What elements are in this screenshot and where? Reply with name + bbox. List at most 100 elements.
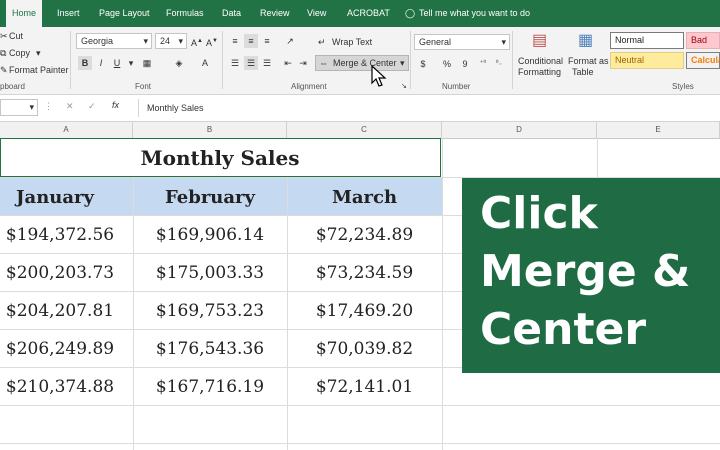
table-cell[interactable]: $175,003.33 bbox=[133, 263, 287, 283]
merge-icon: ⇔ bbox=[319, 58, 328, 68]
style-bad[interactable]: Bad bbox=[686, 32, 720, 49]
top-align-icon[interactable]: ≡ bbox=[228, 34, 242, 48]
insert-function-button[interactable]: fx bbox=[112, 100, 119, 110]
formula-input[interactable]: Monthly Sales bbox=[147, 103, 204, 113]
chevron-down-icon: ▾ bbox=[29, 102, 34, 112]
chevron-down-icon[interactable]: ▾ bbox=[36, 48, 41, 59]
banner-line-2: Merge & bbox=[480, 246, 691, 297]
decrease-indent-icon[interactable]: ⇤ bbox=[281, 56, 295, 70]
middle-align-icon[interactable]: ≡ bbox=[244, 34, 258, 48]
decrease-decimal-icon[interactable]: ⁰₋ bbox=[492, 57, 506, 71]
orientation-icon[interactable]: ↗ bbox=[283, 34, 297, 48]
font-name-select[interactable]: Georgia ▾ bbox=[76, 33, 152, 49]
font-name-value: Georgia bbox=[81, 36, 114, 46]
increase-font-size-icon[interactable]: A▲ bbox=[190, 34, 204, 48]
bold-button[interactable]: B bbox=[78, 56, 92, 70]
table-cell[interactable]: $72,234.89 bbox=[287, 225, 442, 245]
decrease-font-size-icon[interactable]: A▼ bbox=[205, 34, 219, 48]
column-header-e[interactable]: E bbox=[597, 122, 720, 138]
table-cell[interactable]: $169,906.14 bbox=[133, 225, 287, 245]
table-cell[interactable]: $167,716.19 bbox=[133, 377, 287, 397]
number-format-select[interactable]: General ▾ bbox=[414, 34, 510, 50]
style-neutral[interactable]: Neutral bbox=[610, 52, 684, 69]
format-as-table-button[interactable]: ▦ Format as Table bbox=[568, 30, 609, 80]
column-header-c[interactable]: C bbox=[287, 122, 442, 138]
gridline bbox=[0, 329, 462, 330]
align-right-icon[interactable]: ☰ bbox=[260, 56, 274, 70]
currency-button[interactable]: $ bbox=[416, 57, 430, 71]
align-center-icon[interactable]: ☰ bbox=[244, 56, 258, 70]
bottom-align-icon[interactable]: ≡ bbox=[260, 34, 274, 48]
chevron-down-icon[interactable]: ▾ bbox=[124, 56, 138, 70]
borders-icon[interactable]: ▦ bbox=[140, 56, 154, 70]
enter-icon[interactable]: ✓ bbox=[88, 101, 96, 112]
cut-button[interactable]: Cut bbox=[9, 31, 23, 41]
tab-review[interactable]: Review bbox=[260, 0, 290, 27]
column-header-d[interactable]: D bbox=[442, 122, 597, 138]
format-as-table-label: Format as bbox=[568, 56, 609, 66]
ribbon: ✂ Cut ⧉ Copy ▾ ✎ Format Painter pboard G… bbox=[0, 27, 720, 95]
conditional-formatting-button[interactable]: ▤ Conditional Formatting bbox=[518, 30, 566, 80]
gridline bbox=[0, 291, 462, 292]
dots-icon: ⋮ bbox=[44, 101, 53, 111]
font-color-icon[interactable]: A bbox=[198, 56, 212, 70]
divider bbox=[410, 31, 411, 89]
chevron-down-icon: ▾ bbox=[143, 36, 148, 46]
column-header-a[interactable]: A bbox=[0, 122, 133, 138]
conditional-formatting-icon: ▤ bbox=[532, 32, 548, 49]
table-cell[interactable]: $73,234.59 bbox=[287, 263, 442, 283]
percent-button[interactable]: % bbox=[440, 57, 454, 71]
table-cell[interactable]: $204,207.81 bbox=[0, 301, 135, 321]
align-left-icon[interactable]: ☰ bbox=[228, 56, 242, 70]
style-normal[interactable]: Normal bbox=[610, 32, 684, 49]
tab-home[interactable]: Home bbox=[6, 0, 43, 27]
table-cell[interactable]: $72,141.01 bbox=[287, 377, 442, 397]
tab-insert[interactable]: Insert bbox=[57, 0, 80, 27]
gridline bbox=[0, 443, 720, 444]
table-cell[interactable]: $17,469.20 bbox=[287, 301, 442, 321]
divider bbox=[138, 99, 139, 117]
increase-decimal-icon[interactable]: ⁺⁰ bbox=[476, 57, 490, 71]
underline-button[interactable]: U bbox=[110, 56, 124, 70]
header-cell-january[interactable]: January bbox=[0, 187, 130, 208]
table-cell[interactable]: $169,753.23 bbox=[133, 301, 287, 321]
merged-title-cell[interactable]: Monthly Sales bbox=[0, 138, 441, 177]
table-cell[interactable]: $206,249.89 bbox=[0, 339, 135, 359]
tab-acrobat[interactable]: ACROBAT bbox=[347, 0, 390, 27]
scissors-icon: ✂ bbox=[0, 31, 8, 41]
font-size-select[interactable]: 24 ▾ bbox=[155, 33, 187, 49]
dialog-launcher-icon[interactable]: ↘ bbox=[401, 82, 407, 90]
table-cell[interactable]: $210,374.88 bbox=[0, 377, 135, 397]
tab-view[interactable]: View bbox=[307, 0, 326, 27]
chevron-down-icon: ▾ bbox=[178, 36, 183, 46]
style-calculation[interactable]: Calcula bbox=[686, 52, 720, 69]
wrap-text-button[interactable]: Wrap Text bbox=[332, 37, 372, 47]
fill-color-icon[interactable]: ◈ bbox=[172, 56, 186, 70]
tell-me-search[interactable]: Tell me what you want to do bbox=[419, 0, 530, 27]
cancel-icon[interactable]: ✕ bbox=[66, 101, 74, 112]
copy-button[interactable]: Copy bbox=[9, 48, 30, 58]
wrap-text-icon: ↵ bbox=[318, 37, 326, 47]
sheet-title: Monthly Sales bbox=[140, 146, 300, 170]
tab-formulas[interactable]: Formulas bbox=[166, 0, 204, 27]
table-cell[interactable]: $200,203.73 bbox=[0, 263, 135, 283]
table-cell[interactable]: $70,039.82 bbox=[287, 339, 442, 359]
header-cell-february[interactable]: February bbox=[133, 187, 287, 208]
column-header-b[interactable]: B bbox=[133, 122, 287, 138]
tab-data[interactable]: Data bbox=[222, 0, 241, 27]
increase-indent-icon[interactable]: ⇥ bbox=[296, 56, 310, 70]
table-cell[interactable]: $194,372.56 bbox=[0, 225, 135, 245]
formula-bar: ▾ ⋮ ✕ ✓ fx Monthly Sales bbox=[0, 95, 720, 122]
name-box[interactable]: ▾ bbox=[0, 99, 38, 116]
italic-button[interactable]: I bbox=[94, 56, 108, 70]
merge-center-button[interactable]: ⇔ Merge & Center ▾ bbox=[315, 55, 409, 71]
comma-style-button[interactable]: 9 bbox=[458, 57, 472, 71]
format-painter-button[interactable]: Format Painter bbox=[9, 65, 69, 75]
header-cell-march[interactable]: March bbox=[287, 187, 442, 208]
chevron-down-icon: ▾ bbox=[501, 37, 506, 47]
styles-group-label: Styles bbox=[672, 82, 694, 91]
table-cell[interactable]: $176,543.36 bbox=[133, 339, 287, 359]
tab-page-layout[interactable]: Page Layout bbox=[99, 0, 150, 27]
conditional-formatting-label: Conditional bbox=[518, 56, 564, 66]
table-icon: ▦ bbox=[578, 32, 594, 49]
